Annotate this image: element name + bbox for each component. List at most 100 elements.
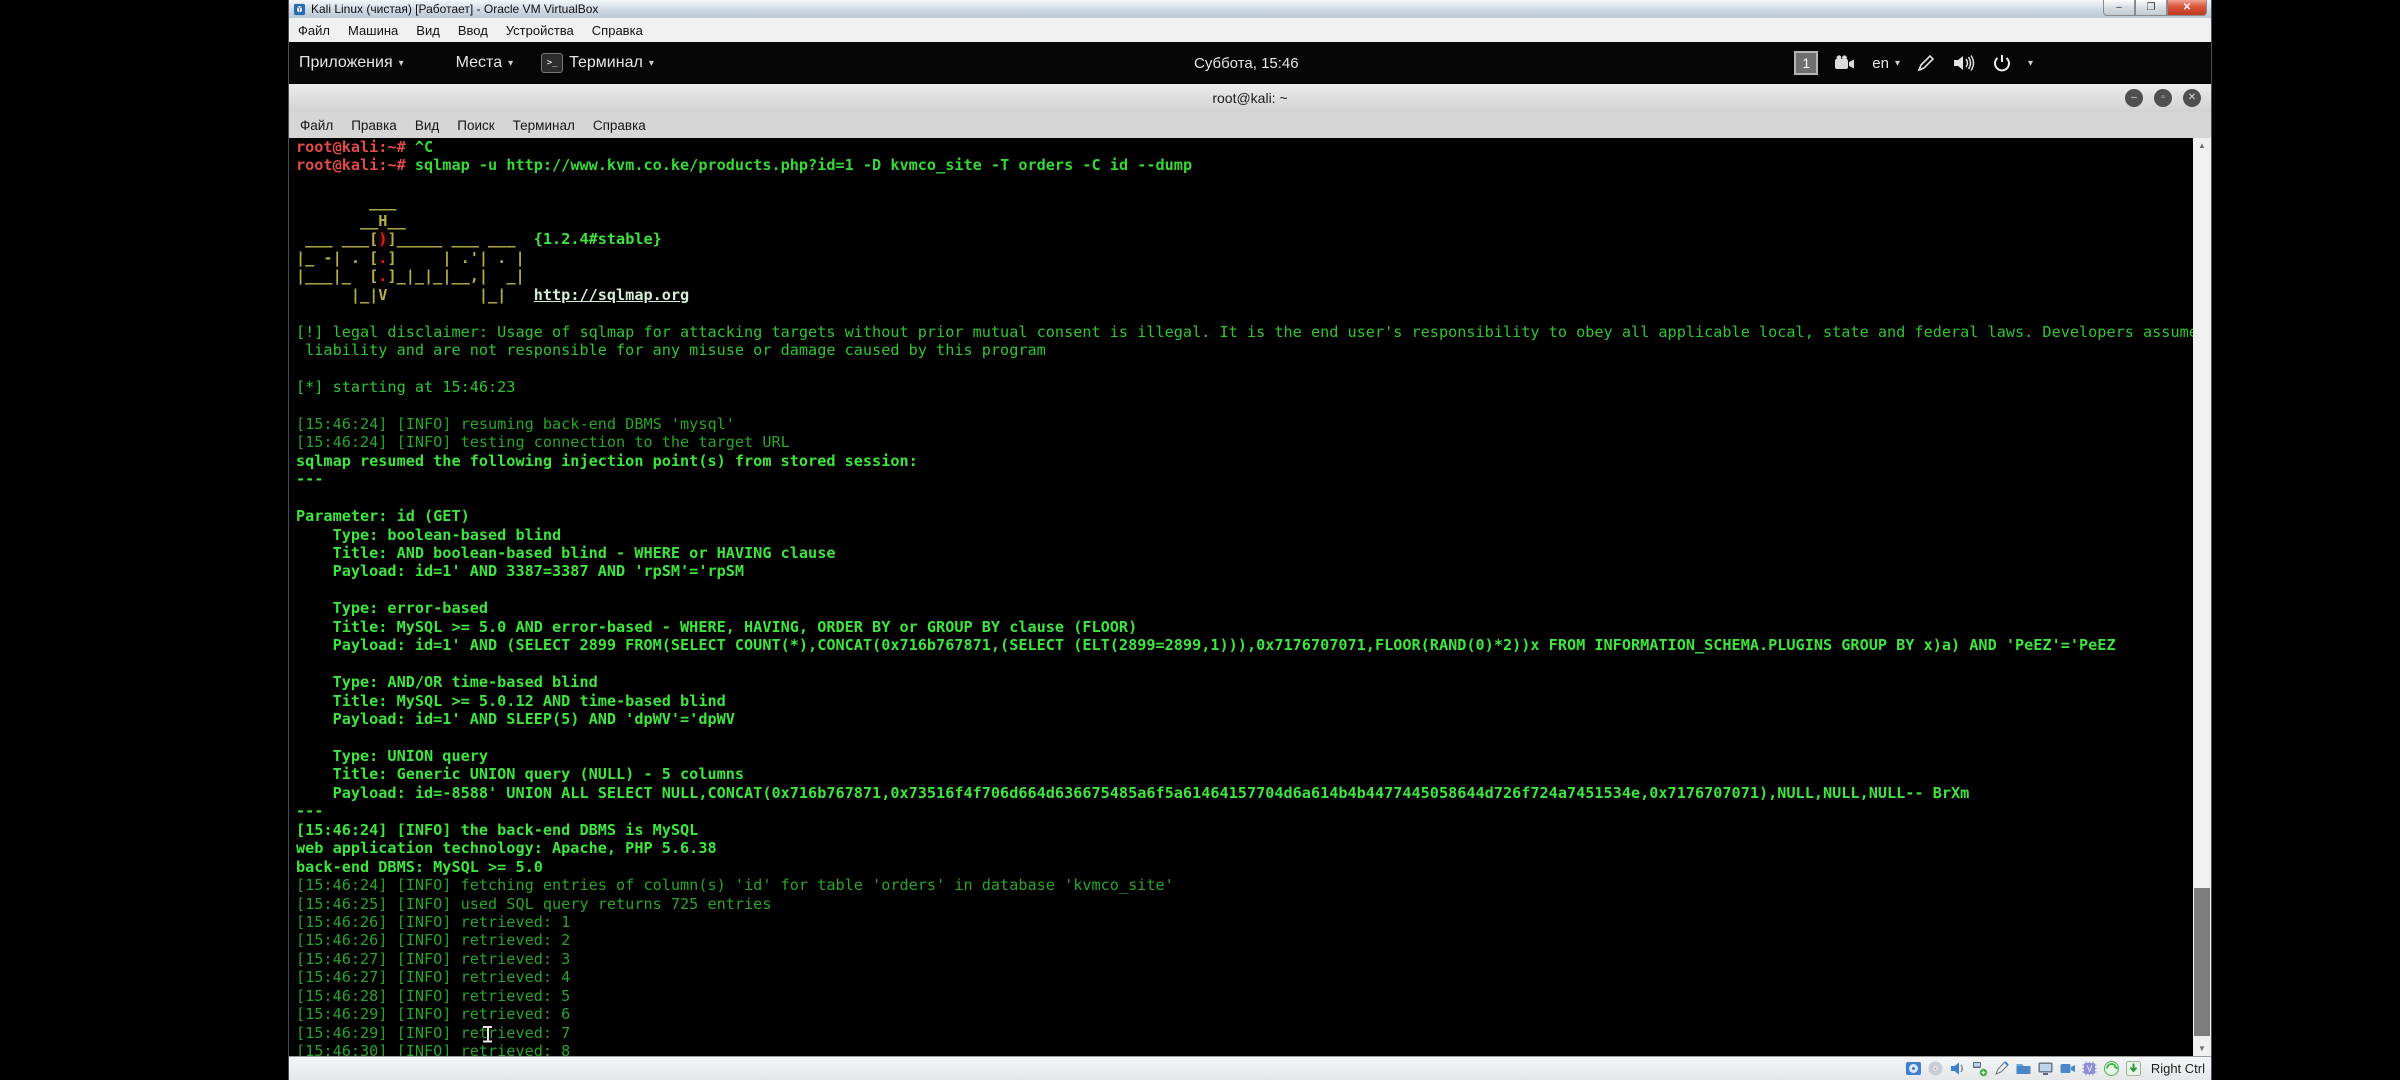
shared-folders-icon[interactable] <box>2015 1060 2032 1077</box>
vbox-menu-machine[interactable]: Машина <box>339 23 407 38</box>
terminal-line: Parameter: id (GET) <box>296 507 2195 525</box>
terminal-line: liability and are not responsible for an… <box>296 341 2195 359</box>
vbox-menu-input[interactable]: Ввод <box>449 23 497 38</box>
terminal-line: sqlmap resumed the following injection p… <box>296 452 2195 470</box>
keyboard-layout-indicator[interactable]: en ▾ <box>1872 55 1900 72</box>
terminal-menu-help[interactable]: Справка <box>584 118 655 133</box>
terminal-line: [15:46:29] [INFO] retrieved: 7 <box>296 1024 2195 1042</box>
desktop: Kali Linux (чистая) [Работает] - Oracle … <box>0 0 2400 1080</box>
close-button[interactable]: ✕ <box>2167 0 2207 16</box>
ibeam-cursor <box>483 1026 492 1043</box>
power-icon[interactable] <box>1992 53 2012 73</box>
chevron-down-icon: ▾ <box>649 58 654 69</box>
system-menu-chevron-icon[interactable]: ▾ <box>2028 58 2033 69</box>
hard-disk-icon[interactable] <box>1905 1060 1922 1077</box>
svg-text:V: V <box>2087 1065 2093 1074</box>
terminal-menu-search[interactable]: Поиск <box>448 118 503 133</box>
terminal-line: [15:46:27] [INFO] retrieved: 4 <box>296 968 2195 986</box>
terminal-line: Payload: id=1' AND 3387=3387 AND 'rpSM'=… <box>296 562 2195 580</box>
terminal-line <box>296 304 2195 322</box>
places-label: Места <box>456 54 502 72</box>
terminal-menu-file[interactable]: Файл <box>291 118 342 133</box>
terminal-line: Type: UNION query <box>296 747 2195 765</box>
terminal-line: Title: AND boolean-based blind - WHERE o… <box>296 544 2195 562</box>
terminal-line <box>296 175 2195 193</box>
panel-tray: 1 en ▾ <box>1794 42 2033 84</box>
vbox-statusbar: V Right Ctrl <box>289 1056 2211 1080</box>
mouse-integration-icon[interactable] <box>2103 1060 2120 1077</box>
network-icon[interactable] <box>1971 1060 1988 1077</box>
terminal-line <box>296 359 2195 377</box>
vbox-menu-file[interactable]: Файл <box>289 23 339 38</box>
terminal-line <box>296 655 2195 673</box>
camera-icon[interactable] <box>1834 55 1856 71</box>
terminal-line <box>296 729 2195 747</box>
terminal-line: |_|V |_| http://sqlmap.org <box>296 286 2195 304</box>
places-menu[interactable]: Места ▾ <box>456 54 513 72</box>
terminal-maximize-button[interactable]: ▫ <box>2154 89 2172 107</box>
terminal-line: ___ ___[)]_____ ___ ___ {1.2.4#stable} <box>296 230 2195 248</box>
terminal-line: [!] legal disclaimer: Usage of sqlmap fo… <box>296 323 2195 341</box>
video-capture-icon[interactable] <box>2059 1060 2076 1077</box>
vbox-titlebar[interactable]: Kali Linux (чистая) [Работает] - Oracle … <box>289 0 2211 18</box>
terminal-line: Type: AND/OR time-based blind <box>296 673 2195 691</box>
terminal-app-menu[interactable]: >_ Терминал ▾ <box>541 53 654 73</box>
terminal-line: [15:46:28] [INFO] retrieved: 5 <box>296 987 2195 1005</box>
stylus-icon[interactable] <box>1916 53 1936 73</box>
terminal-minimize-button[interactable]: – <box>2125 89 2143 107</box>
terminal-menu-terminal[interactable]: Терминал <box>504 118 584 133</box>
usb-icon[interactable] <box>1993 1060 2010 1077</box>
terminal-line: |___|_ [.]_|_|_|__,| _| <box>296 267 2195 285</box>
workspace-indicator[interactable]: 1 <box>1794 51 1818 75</box>
audio-icon[interactable] <box>1949 1060 1966 1077</box>
scroll-up-arrow-icon[interactable]: ▲ <box>2193 141 2211 150</box>
volume-icon[interactable] <box>1952 53 1976 73</box>
terminal-line: [15:46:25] [INFO] used SQL query returns… <box>296 895 2195 913</box>
terminal-menu-view[interactable]: Вид <box>406 118 448 133</box>
applications-menu[interactable]: Приложения ▾ <box>299 54 404 72</box>
terminal-line: Title: MySQL >= 5.0.12 AND time-based bl… <box>296 692 2195 710</box>
terminal-line: --- <box>296 802 2195 820</box>
virtualbox-window: Kali Linux (чистая) [Работает] - Oracle … <box>288 0 2212 1080</box>
optical-disc-icon[interactable] <box>1927 1060 1944 1077</box>
terminal-line <box>296 489 2195 507</box>
scrollbar-thumb[interactable] <box>2194 888 2210 1036</box>
terminal-line: Payload: id=-8588' UNION ALL SELECT NULL… <box>296 784 2195 802</box>
terminal-app-label: Терминал <box>569 54 643 72</box>
vbox-menu-devices[interactable]: Устройства <box>497 23 583 38</box>
minimize-button[interactable]: – <box>2103 0 2135 16</box>
terminal-line: __H__ <box>296 212 2195 230</box>
restore-button[interactable]: ❐ <box>2135 0 2167 16</box>
terminal-title: root@kali: ~ <box>1212 90 1287 106</box>
display-icon[interactable] <box>2037 1060 2054 1077</box>
terminal-menu-edit[interactable]: Правка <box>342 118 406 133</box>
vbox-menubar: Файл Машина Вид Ввод Устройства Справка <box>289 18 2211 43</box>
vbox-menu-help[interactable]: Справка <box>583 23 652 38</box>
terminal-icon: >_ <box>541 53 563 73</box>
terminal-line <box>296 581 2195 599</box>
terminal-output: root@kali:~# ^Croot@kali:~# sqlmap -u ht… <box>289 138 2195 1056</box>
terminal-line: [15:46:26] [INFO] retrieved: 2 <box>296 931 2195 949</box>
terminal-line: [*] starting at 15:46:23 <box>296 378 2195 396</box>
terminal-line: [15:46:24] [INFO] fetching entries of co… <box>296 876 2195 894</box>
terminal-line: Type: error-based <box>296 599 2195 617</box>
terminal-titlebar[interactable]: root@kali: ~ <box>289 84 2211 113</box>
virtualbox-logo-icon <box>293 3 306 16</box>
host-key-label: Right Ctrl <box>2151 1061 2205 1076</box>
panel-clock[interactable]: Суббота, 15:46 <box>1194 42 1299 84</box>
terminal-line: root@kali:~# sqlmap -u http://www.kvm.co… <box>296 156 2195 174</box>
keyboard-capture-icon[interactable] <box>2125 1060 2142 1077</box>
terminal-line: |_ -| . [.] | .'| . | <box>296 249 2195 267</box>
terminal-line: [15:46:26] [INFO] retrieved: 1 <box>296 913 2195 931</box>
terminal-menubar: Файл Правка Вид Поиск Терминал Справка <box>289 112 2211 139</box>
chevron-down-icon: ▾ <box>508 58 513 69</box>
vbox-menu-view[interactable]: Вид <box>407 23 449 38</box>
applications-label: Приложения <box>299 54 393 72</box>
scroll-down-arrow-icon[interactable]: ▼ <box>2193 1044 2211 1053</box>
terminal-line: [15:46:24] [INFO] resuming back-end DBMS… <box>296 415 2195 433</box>
features-icon[interactable]: V <box>2081 1060 2098 1077</box>
terminal-line: Title: Generic UNION query (NULL) - 5 co… <box>296 765 2195 783</box>
terminal-close-button[interactable]: ✕ <box>2183 89 2201 107</box>
window-title: Kali Linux (чистая) [Работает] - Oracle … <box>311 2 598 16</box>
terminal-scrollbar[interactable]: ▲ ▼ <box>2193 138 2211 1056</box>
